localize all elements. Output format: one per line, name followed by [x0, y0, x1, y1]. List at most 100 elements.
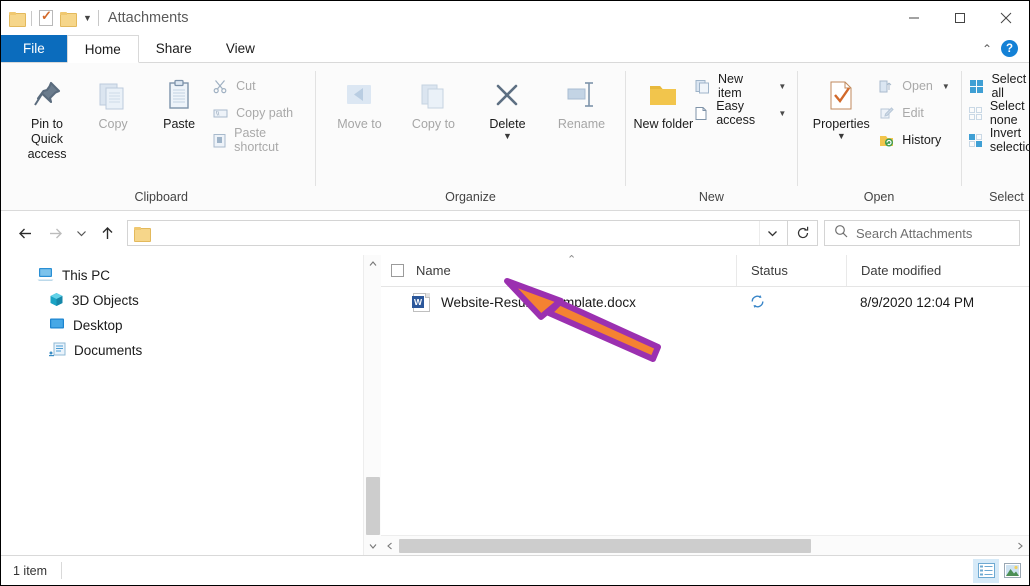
paste-shortcut-icon [212, 132, 227, 149]
select-none-button[interactable]: Select none [968, 99, 1030, 127]
easy-access-button[interactable]: Easy access ▼ [694, 99, 790, 127]
tab-share[interactable]: Share [139, 35, 209, 62]
delete-button[interactable]: Delete ▼ [470, 69, 544, 141]
sidebar-label: Desktop [73, 318, 123, 333]
scroll-left-icon[interactable] [381, 542, 399, 550]
column-header-status[interactable]: Status [736, 255, 846, 286]
recent-locations-button[interactable] [70, 218, 92, 248]
sync-icon [750, 294, 765, 312]
up-button[interactable] [92, 218, 122, 248]
help-icon[interactable]: ? [1001, 40, 1018, 57]
search-placeholder: Search Attachments [856, 225, 973, 241]
invert-selection-button[interactable]: Invert selection [968, 126, 1030, 154]
new-folder-icon[interactable] [60, 11, 77, 27]
search-icon [834, 224, 848, 243]
scroll-up-icon[interactable] [364, 255, 382, 273]
move-to-button[interactable]: Move to [322, 69, 396, 132]
vertical-scrollbar[interactable] [363, 255, 381, 555]
sidebar-item-desktop[interactable]: Desktop [1, 313, 363, 338]
documents-icon [49, 342, 66, 360]
select-none-icon [968, 105, 983, 122]
scrollbar-track[interactable] [364, 273, 382, 537]
chevron-down-icon[interactable]: ▼ [83, 13, 92, 23]
new-item-button[interactable]: New item ▼ [694, 72, 790, 100]
refresh-button[interactable] [788, 220, 818, 246]
easy-access-icon [694, 105, 709, 122]
open-button[interactable]: Open ▼ [878, 75, 954, 97]
ribbon-tab-actions: ⌃ ? [982, 35, 1029, 62]
scrollbar-thumb[interactable] [399, 538, 811, 553]
select-all-checkbox[interactable] [391, 264, 404, 277]
copy-path-button[interactable]: \\ Copy path [212, 102, 308, 124]
search-input[interactable]: Search Attachments [824, 220, 1020, 246]
new-item-icon [694, 78, 711, 95]
paste-icon [162, 73, 196, 117]
history-button[interactable]: History [878, 129, 954, 151]
sidebar-item-this-pc[interactable]: This PC [1, 263, 363, 288]
this-pc-icon [37, 267, 54, 285]
scrollbar-track[interactable] [399, 536, 1011, 556]
copy-to-button[interactable]: Copy to [396, 69, 470, 132]
scrollbar-thumb[interactable] [365, 477, 380, 535]
back-button[interactable] [10, 218, 40, 248]
copy-button[interactable]: Copy [80, 69, 146, 132]
rename-button[interactable]: Rename [544, 69, 618, 132]
column-header-date-modified[interactable]: Date modified [846, 255, 1029, 286]
properties-button[interactable]: Properties ▼ [804, 69, 878, 141]
ribbon-group-select: Select all Select none Invert selection [960, 63, 1030, 210]
chevron-down-icon[interactable]: ▼ [503, 132, 512, 141]
paste-button[interactable]: Paste [146, 69, 212, 132]
delete-icon [490, 73, 524, 117]
scroll-right-icon[interactable] [1011, 542, 1029, 550]
ribbon-group-open: Properties ▼ Open ▼ Edit History Open [797, 63, 961, 210]
minimize-button[interactable] [891, 1, 937, 35]
large-icons-view-button[interactable] [999, 559, 1025, 583]
edit-label: Edit [902, 106, 924, 120]
select-all-button[interactable]: Select all [968, 72, 1030, 100]
maximize-button[interactable] [937, 1, 983, 35]
address-input[interactable] [127, 220, 788, 246]
divider [61, 562, 63, 579]
ribbon-group-new: New folder New item ▼ Easy access ▼ New [625, 63, 797, 210]
open-label: Open [902, 79, 933, 93]
cut-button[interactable]: Cut [212, 75, 308, 97]
copy-path-icon: \\ [212, 105, 229, 122]
chevron-down-icon[interactable]: ▼ [837, 132, 846, 141]
details-view-button[interactable] [973, 558, 999, 583]
sidebar-item-3d-objects[interactable]: 3D Objects [1, 288, 363, 313]
pin-to-quick-access-button[interactable]: Pin to Quick access [14, 69, 80, 162]
new-folder-button[interactable]: New folder [632, 69, 694, 132]
tab-file[interactable]: File [1, 35, 67, 62]
tab-home[interactable]: Home [66, 35, 139, 63]
close-button[interactable] [983, 1, 1029, 35]
sidebar-item-documents[interactable]: Documents [1, 338, 363, 363]
copy-label: Copy [98, 117, 128, 131]
column-label-status: Status [751, 263, 788, 278]
file-status-cell [736, 294, 846, 312]
clipboard-small-buttons: Cut \\ Copy path Paste shortcut [212, 69, 308, 154]
column-header-name[interactable]: Name [381, 255, 736, 286]
paste-shortcut-button[interactable]: Paste shortcut [212, 126, 308, 154]
chevron-up-icon[interactable]: ⌃ [982, 42, 992, 56]
select-none-label: Select none [989, 99, 1025, 127]
forward-button[interactable] [40, 218, 70, 248]
chevron-down-icon[interactable]: ▼ [778, 109, 786, 118]
chevron-down-icon[interactable]: ▼ [778, 82, 786, 91]
scroll-down-icon[interactable] [364, 537, 382, 555]
horizontal-scrollbar[interactable] [381, 535, 1029, 555]
table-row[interactable]: W Website-Resume-Template.docx 8/9/2020 … [381, 287, 1029, 318]
edit-button[interactable]: Edit [878, 102, 954, 124]
invert-selection-label: Invert selection [989, 126, 1030, 154]
file-name-cell[interactable]: W Website-Resume-Template.docx [381, 293, 736, 312]
address-dropdown-icon[interactable] [759, 221, 785, 245]
properties-icon[interactable] [39, 8, 53, 26]
properties-icon [824, 73, 858, 117]
sidebar-label: This PC [62, 268, 111, 283]
chevron-down-icon[interactable]: ▼ [942, 82, 950, 91]
title-bar: ▼ Attachments [1, 1, 1029, 35]
folder-icon[interactable] [9, 11, 26, 27]
open-small-buttons: Open ▼ Edit History [878, 69, 954, 151]
file-list-pane: ⌃ Name Status Date modified W Website-Re… [381, 254, 1029, 555]
new-folder-label: New folder [633, 117, 694, 131]
tab-view[interactable]: View [209, 35, 272, 62]
